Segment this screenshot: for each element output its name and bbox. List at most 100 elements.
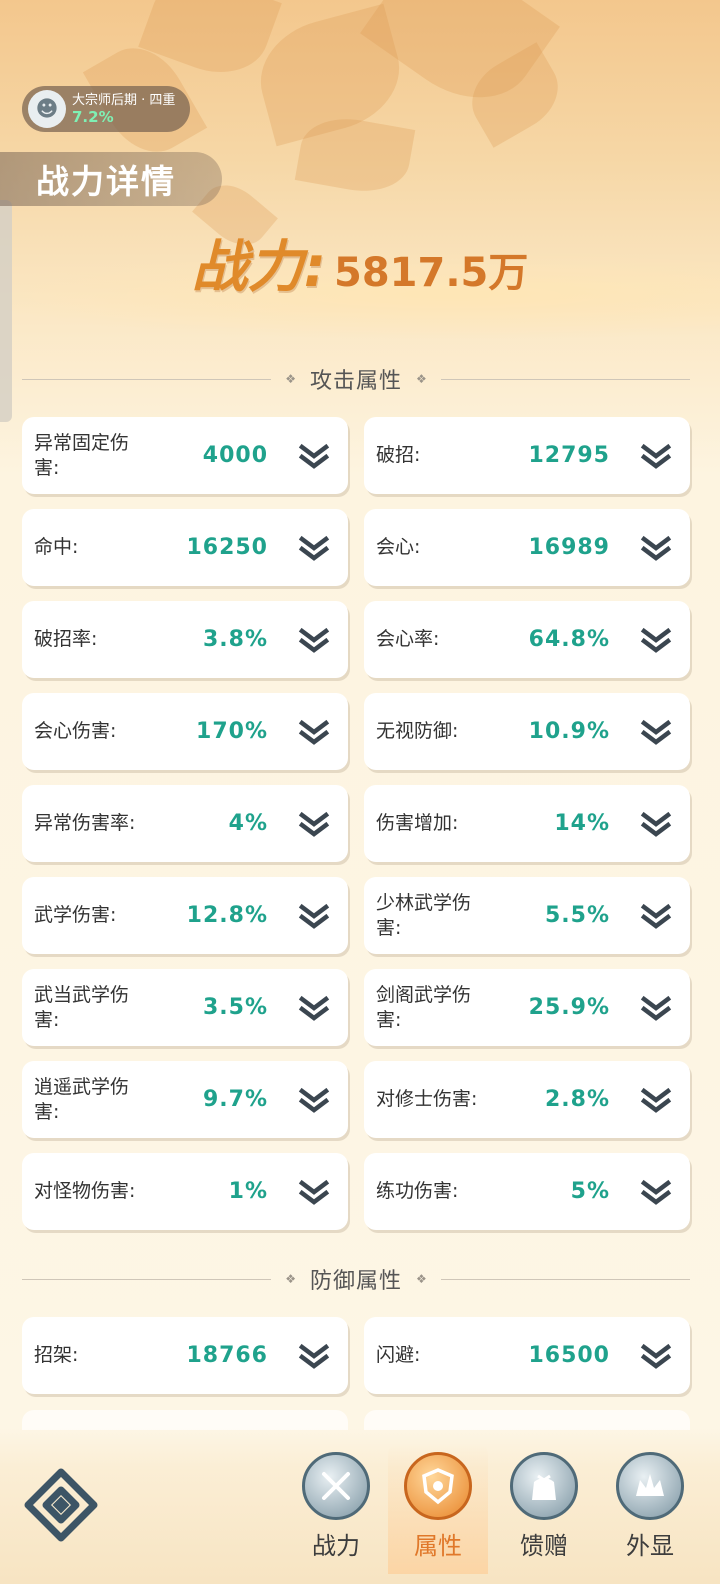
stat-label: 逍遥武学伤害: [34,1075,130,1123]
stat-value: 5% [570,1179,610,1204]
chevron-double-down-icon[interactable] [298,993,330,1023]
chevron-double-down-icon[interactable] [298,533,330,563]
stat-label: 武当武学伤害: [34,983,130,1031]
chevron-double-down-icon[interactable] [298,1177,330,1207]
power-value: 5817.5万 [334,250,529,296]
swords-icon [302,1452,370,1520]
menu-logo-icon[interactable] [22,1466,100,1544]
stat-card[interactable]: 伤害增加: 14% [364,785,690,862]
stat-card[interactable]: 武学伤害: 12.8% [22,877,348,954]
stat-value: 170% [196,719,268,744]
stat-value: 4% [228,811,268,836]
chevron-double-down-icon[interactable] [640,1341,672,1371]
chevron-double-down-icon[interactable] [298,625,330,655]
crown-wings-icon [616,1452,684,1520]
shield-emblem-icon [404,1452,472,1520]
stat-card[interactable]: 会心伤害: 170% [22,693,348,770]
section-header-attack: ❖ 攻击属性 ❖ [22,364,691,394]
stat-card[interactable]: 武当武学伤害: 3.5% [22,969,348,1046]
power-summary: 战力: 5817.5万 [0,222,720,303]
stat-value: 9.7% [202,1087,268,1112]
section-title: 攻击属性 [310,369,403,394]
stat-card[interactable]: 逍遥武学伤害: 9.7% [22,1061,348,1138]
stat-value: 18766 [186,1343,268,1368]
chevron-double-down-icon[interactable] [640,1177,672,1207]
stat-value: 16989 [528,535,610,560]
stat-label: 破招率: [34,628,98,650]
tab-gifts[interactable]: 馈赠 [494,1444,594,1574]
stat-card[interactable]: 闪避: 16500 [364,1317,690,1394]
chevron-double-down-icon[interactable] [298,717,330,747]
diamond-ornament-icon: ❖ [285,1272,296,1286]
chevron-double-down-icon[interactable] [640,901,672,931]
chevron-double-down-icon[interactable] [298,901,330,931]
tab-label: 属性 [414,1532,462,1560]
stat-card-partial [22,1410,348,1430]
diamond-ornament-icon: ❖ [285,372,296,386]
stat-card[interactable]: 招架: 18766 [22,1317,348,1394]
stat-label: 少林武学伤害: [376,891,472,939]
chevron-double-down-icon[interactable] [298,441,330,471]
stat-value: 2.8% [544,1087,610,1112]
stat-card[interactable]: 命中: 16250 [22,509,348,586]
stat-label: 会心率: [376,628,440,650]
diamond-ornament-icon: ❖ [416,1272,427,1286]
chevron-double-down-icon[interactable] [640,717,672,747]
stat-value: 16500 [528,1343,610,1368]
chevron-double-down-icon[interactable] [640,1085,672,1115]
stat-card[interactable]: 会心率: 64.8% [364,601,690,678]
stat-value: 3.5% [202,995,268,1020]
stat-label: 招架: [34,1344,79,1366]
stat-label: 练功伤害: [376,1180,459,1202]
stat-value: 12.8% [186,903,268,928]
chevron-double-down-icon[interactable] [298,1341,330,1371]
chevron-double-down-icon[interactable] [640,993,672,1023]
section-title: 防御属性 [310,1269,403,1294]
stat-value: 1% [228,1179,268,1204]
stat-value: 4000 [202,443,268,468]
stat-card[interactable]: 无视防御: 10.9% [364,693,690,770]
chevron-double-down-icon[interactable] [640,533,672,563]
stat-label: 对怪物伤害: [34,1180,136,1202]
tab-label: 外显 [626,1532,674,1560]
stat-label: 破招: [376,444,421,466]
tab-label: 战力 [312,1532,360,1560]
tab-power[interactable]: 战力 [286,1444,386,1574]
stat-card[interactable]: 异常固定伤害: 4000 [22,417,348,494]
stat-value: 25.9% [528,995,610,1020]
avatar: ☻ [28,90,66,128]
stat-label: 会心: [376,536,421,558]
stat-card[interactable]: 少林武学伤害: 5.5% [364,877,690,954]
chevron-double-down-icon[interactable] [640,441,672,471]
attack-stats-grid: 异常固定伤害: 4000 破招: 12795 命中: 16250 会心: 16989 破招率: 3… [22,417,690,1230]
defense-stats-grid: 招架: 18766 闪避: 16500 [22,1317,690,1394]
stat-card[interactable]: 对修士伤害: 2.8% [364,1061,690,1138]
stat-card[interactable]: 剑阁武学伤害: 25.9% [364,969,690,1046]
stat-card[interactable]: 破招: 12795 [364,417,690,494]
stat-value: 12795 [528,443,610,468]
section-header-defense: ❖ 防御属性 ❖ [22,1264,691,1294]
stat-label: 伤害增加: [376,812,459,834]
stat-card[interactable]: 异常伤害率: 4% [22,785,348,862]
gift-bag-icon [510,1452,578,1520]
stat-card[interactable]: 破招率: 3.8% [22,601,348,678]
chevron-double-down-icon[interactable] [298,809,330,839]
diamond-ornament-icon: ❖ [416,372,427,386]
stat-card[interactable]: 会心: 16989 [364,509,690,586]
tab-attributes[interactable]: 属性 [388,1444,488,1574]
stat-value: 3.8% [202,627,268,652]
chevron-double-down-icon[interactable] [640,809,672,839]
chevron-double-down-icon[interactable] [298,1085,330,1115]
chevron-double-down-icon[interactable] [640,625,672,655]
realm-badge[interactable]: ☻ 大宗师后期 · 四重 7.2% [22,86,190,132]
stat-card[interactable]: 对怪物伤害: 1% [22,1153,348,1230]
page-title-banner: 战力详情 [0,152,222,206]
stat-value: 10.9% [528,719,610,744]
realm-name: 大宗师后期 · 四重 [72,93,176,108]
tab-appearance[interactable]: 外显 [600,1444,700,1574]
stat-label: 会心伤害: [34,720,117,742]
stat-label: 剑阁武学伤害: [376,983,472,1031]
stat-card[interactable]: 练功伤害: 5% [364,1153,690,1230]
stat-label: 无视防御: [376,720,459,742]
stat-label: 闪避: [376,1344,421,1366]
